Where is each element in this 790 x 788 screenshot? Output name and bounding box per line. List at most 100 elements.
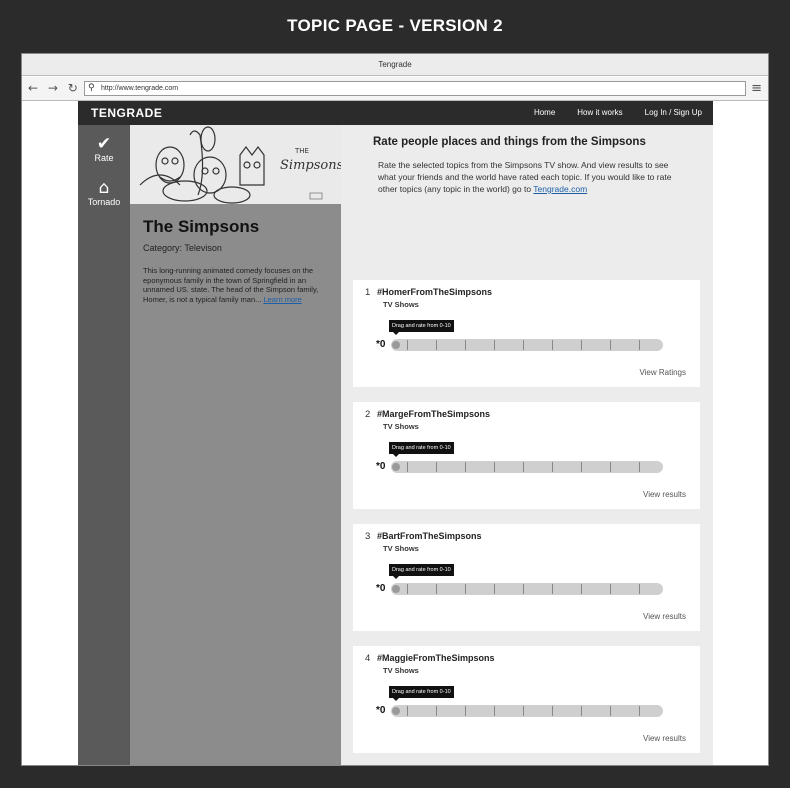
rating-card: 1 #HomerFromTheSimpsons TV Shows Drag an…: [353, 280, 700, 387]
simpsons-illustration: Simpsons THE: [130, 125, 341, 204]
card-category: TV Shows: [383, 300, 419, 309]
slider-tick: [581, 706, 582, 716]
rating-tooltip: Drag and rate from 0-10: [389, 564, 454, 579]
slider-tick: [639, 462, 640, 472]
rating-score: *0: [376, 461, 386, 472]
slider-tick: [465, 462, 466, 472]
slider-tick: [523, 340, 524, 350]
card-category: TV Shows: [383, 422, 419, 431]
card-number: 1: [365, 287, 371, 298]
learn-more-link[interactable]: Learn more: [263, 295, 301, 304]
card-hashtag[interactable]: #HomerFromTheSimpsons: [377, 287, 492, 297]
nav-links: Home How it works Log In / Sign Up: [523, 101, 713, 125]
slider-tick: [523, 462, 524, 472]
svg-text:THE: THE: [294, 147, 309, 155]
card-number: 3: [365, 531, 371, 542]
page-heading: TOPIC PAGE - VERSION 2: [287, 16, 503, 35]
slider-tick: [581, 584, 582, 594]
intro-text: Rate the selected topics from the Simpso…: [378, 159, 673, 195]
slider-knob[interactable]: [392, 585, 400, 593]
topic-image: Simpsons THE: [130, 125, 341, 204]
view-results-link[interactable]: View results: [643, 490, 686, 499]
nav-home[interactable]: Home: [523, 101, 566, 125]
slider-tick: [494, 462, 495, 472]
slider-tick: [581, 340, 582, 350]
rating-score: *0: [376, 705, 386, 716]
slider-tick: [639, 706, 640, 716]
url-input[interactable]: ⚲ http://www.tengrade.com: [84, 81, 746, 96]
slider-tick: [407, 340, 408, 350]
slider-tick: [552, 462, 553, 472]
app: TENGRADE Home How it works Log In / Sign…: [78, 101, 713, 765]
rating-score: *0: [376, 583, 386, 594]
slider-tick: [436, 462, 437, 472]
card-hashtag[interactable]: #BartFromTheSimpsons: [377, 531, 482, 541]
browser-window: Tengrade ← → ↻ ⚲ http://www.tengrade.com…: [21, 53, 769, 766]
rating-slider[interactable]: [391, 461, 663, 473]
view-results-link[interactable]: View results: [643, 734, 686, 743]
rating-card: 3 #BartFromTheSimpsons TV Shows Drag and…: [353, 524, 700, 631]
rating-slider[interactable]: [391, 339, 663, 351]
slider-knob[interactable]: [392, 707, 400, 715]
slider-tick: [523, 706, 524, 716]
slider-tick: [523, 584, 524, 594]
nav-how-it-works[interactable]: How it works: [566, 101, 633, 125]
slider-tick: [494, 706, 495, 716]
slider-tick: [407, 706, 408, 716]
rail-label-tornado: Tornado: [87, 197, 121, 207]
topic-panel: Simpsons THE The Simpsons Category: Tele…: [130, 125, 341, 765]
slider-tick: [552, 584, 553, 594]
slider-tick: [407, 584, 408, 594]
rating-card: 4 #MaggieFromTheSimpsons TV Shows Drag a…: [353, 646, 700, 753]
card-hashtag[interactable]: #MaggieFromTheSimpsons: [377, 653, 495, 663]
topic-description: This long-running animated comedy focuse…: [143, 266, 327, 304]
rating-card: 2 #MargeFromTheSimpsons TV Shows Drag an…: [353, 402, 700, 509]
card-category: TV Shows: [383, 666, 419, 675]
card-category: TV Shows: [383, 544, 419, 553]
slider-tick: [610, 706, 611, 716]
logo[interactable]: TENGRADE: [91, 106, 162, 120]
slider-tick: [581, 462, 582, 472]
slider-tick: [610, 340, 611, 350]
rail-item-rate[interactable]: ✔ Rate: [78, 125, 130, 163]
slider-tick: [639, 340, 640, 350]
slider-tick: [552, 340, 553, 350]
rating-tooltip: Drag and rate from 0-10: [389, 686, 454, 701]
rating-slider[interactable]: [391, 583, 663, 595]
slider-knob[interactable]: [392, 341, 400, 349]
view-results-link[interactable]: View results: [643, 612, 686, 621]
slider-tick: [639, 584, 640, 594]
address-bar: ← → ↻ ⚲ http://www.tengrade.com ≡: [22, 77, 768, 101]
slider-tick: [610, 584, 611, 594]
browser-titlebar: Tengrade: [22, 54, 768, 76]
slider-tick: [465, 706, 466, 716]
slider-tick: [494, 340, 495, 350]
nav-login-signup[interactable]: Log In / Sign Up: [634, 101, 713, 125]
slider-tick: [436, 706, 437, 716]
view-ratings-link[interactable]: View Ratings: [639, 368, 686, 377]
slider-tick: [552, 706, 553, 716]
slider-tick: [407, 462, 408, 472]
main-content: Rate people places and things from the S…: [341, 125, 713, 765]
url-text: http://www.tengrade.com: [101, 85, 179, 92]
rating-tooltip: Drag and rate from 0-10: [389, 320, 454, 335]
browser-menu-icon[interactable]: ≡: [751, 81, 762, 96]
rail-item-tornado[interactable]: ⌂ Tornado: [78, 163, 130, 207]
rating-slider[interactable]: [391, 705, 663, 717]
slider-knob[interactable]: [392, 463, 400, 471]
top-nav: TENGRADE Home How it works Log In / Sign…: [78, 101, 713, 125]
rating-tooltip: Drag and rate from 0-10: [389, 442, 454, 457]
rating-score: *0: [376, 339, 386, 350]
nav-arrows-icon[interactable]: ← → ↻: [28, 81, 81, 95]
rail-label-rate: Rate: [94, 153, 114, 163]
card-number: 2: [365, 409, 371, 420]
side-rail: ✔ Rate ⌂ Tornado: [78, 125, 130, 765]
simpsons-logo-text: Simpsons: [280, 158, 341, 173]
topic-category: Category: Televison: [143, 243, 222, 253]
card-number: 4: [365, 653, 371, 664]
slider-tick: [436, 584, 437, 594]
checkmark-icon: ✔: [96, 134, 112, 154]
slider-tick: [494, 584, 495, 594]
card-hashtag[interactable]: #MargeFromTheSimpsons: [377, 409, 490, 419]
tengrade-link[interactable]: Tengrade.com: [533, 184, 587, 194]
